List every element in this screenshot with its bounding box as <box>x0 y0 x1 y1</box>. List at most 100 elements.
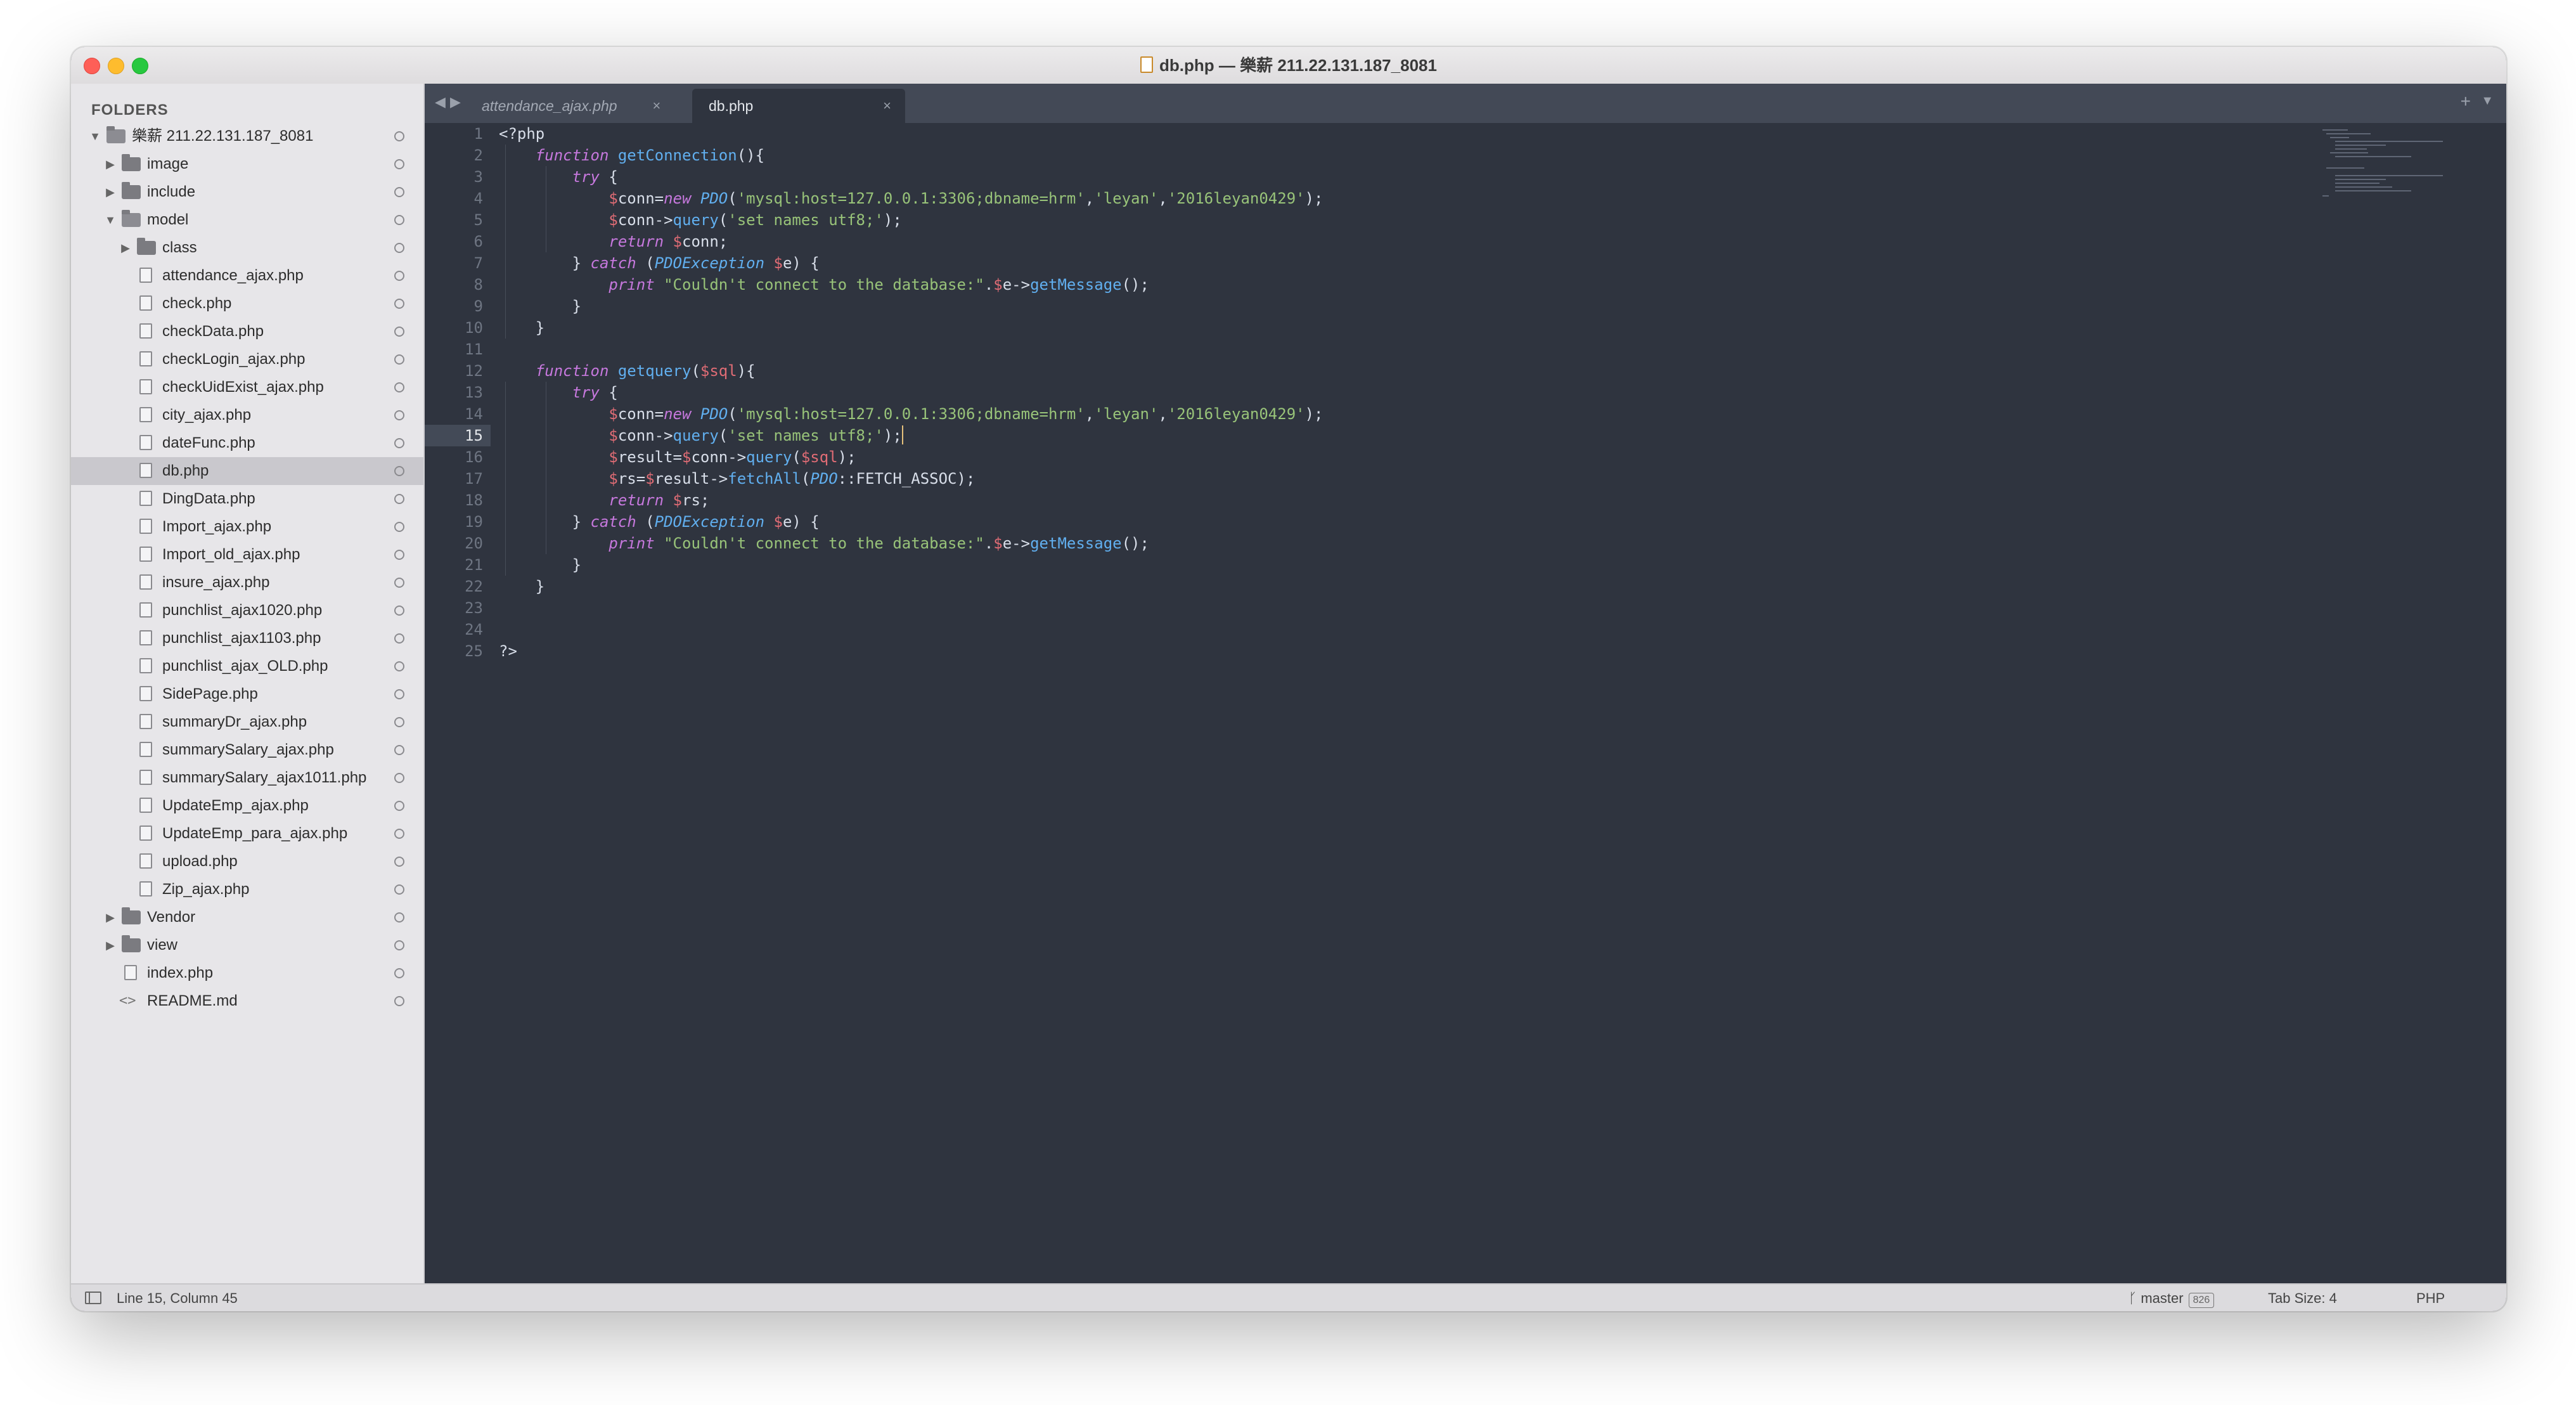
code-line[interactable]: } <box>499 554 581 576</box>
sidebar-item-punchlist-ajax1020-php[interactable]: punchlist_ajax1020.php <box>71 597 423 625</box>
sidebar-item-dingdata-php[interactable]: DingData.php <box>71 485 423 513</box>
prev-tab-icon[interactable]: ◀ <box>435 94 446 110</box>
toggle-sidebar-icon[interactable] <box>85 1292 101 1304</box>
branch-count-badge: 826 <box>2188 1293 2215 1308</box>
sidebar-item-updateemp-ajax-php[interactable]: UpdateEmp_ajax.php <box>71 792 423 820</box>
code-line[interactable]: function getConnection(){ <box>499 145 764 166</box>
sidebar-item-punchlist-ajax1103-php[interactable]: punchlist_ajax1103.php <box>71 625 423 652</box>
line-number-gutter: 1 2 3 4 5 6 7 8 9 10 11 12 13 14 15 16 17 18 19 20 21 22 23 24 2… <box>425 123 491 1283</box>
line-number: 9 <box>473 297 483 315</box>
code-line[interactable]: try { <box>499 382 618 403</box>
line-number: 20 <box>465 534 483 552</box>
code-line[interactable]: try { <box>499 166 618 188</box>
file-icon <box>139 323 152 339</box>
code-line[interactable]: } catch (PDOException $e) { <box>499 511 820 533</box>
code-line[interactable]: } <box>499 317 544 339</box>
tab-menu-icon[interactable]: ▼ <box>2481 94 2494 108</box>
sidebar-item-insure-ajax-php[interactable]: insure_ajax.php <box>71 569 423 597</box>
sidebar-item-label: include <box>147 183 196 200</box>
tab-db-php[interactable]: db.php × <box>692 89 905 123</box>
code-line[interactable]: $conn->query('set names utf8;'); <box>499 209 901 231</box>
tab-attendance-ajax[interactable]: attendance_ajax.php × <box>465 89 674 123</box>
git-branch-status[interactable]: ᚴ master 826 <box>2128 1285 2215 1311</box>
git-status-circle-icon <box>394 271 404 281</box>
sidebar-item-label: DingData.php <box>162 490 255 507</box>
sidebar-item-city-ajax-php[interactable]: city_ajax.php <box>71 401 423 429</box>
git-status-circle-icon <box>394 661 404 671</box>
code-line[interactable]: $conn->query('set names utf8;'); <box>499 425 903 446</box>
disclosure-closed-icon[interactable]: ▶ <box>104 903 117 931</box>
syntax-status[interactable]: PHP <box>2416 1285 2445 1311</box>
close-icon[interactable]: × <box>652 89 660 123</box>
sidebar-item-label: view <box>147 936 178 954</box>
code-line[interactable]: $conn=new PDO('mysql:host=127.0.0.1:3306… <box>499 188 1323 209</box>
code-line[interactable]: } <box>499 295 581 317</box>
next-tab-icon[interactable]: ▶ <box>450 94 461 110</box>
minimap[interactable] <box>2322 129 2443 199</box>
php-file-icon <box>1140 56 1154 73</box>
sidebar-item-import-ajax-php[interactable]: Import_ajax.php <box>71 513 423 541</box>
sidebar-item-updateemp-para-ajax-php[interactable]: UpdateEmp_para_ajax.php <box>71 820 423 848</box>
sidebar-item-checklogin-ajax-php[interactable]: checkLogin_ajax.php <box>71 346 423 373</box>
folder-icon <box>122 935 141 952</box>
sidebar-item-datefunc-php[interactable]: dateFunc.php <box>71 429 423 457</box>
sidebar-item-readme-md[interactable]: <> README.md <box>71 987 423 1015</box>
sidebar-item-image[interactable]: ▶ image <box>71 150 423 178</box>
code-line[interactable]: function getquery($sql){ <box>499 360 756 382</box>
code-line[interactable]: print "Couldn't connect to the database:… <box>499 533 1149 554</box>
text-cursor <box>901 425 903 444</box>
code-line[interactable]: return $conn; <box>499 231 728 252</box>
sidebar-item-import-old-ajax-php[interactable]: Import_old_ajax.php <box>71 541 423 569</box>
sidebar-item-label: model <box>147 211 189 228</box>
file-icon <box>139 798 152 813</box>
close-icon[interactable]: × <box>883 89 891 123</box>
file-icon <box>124 965 137 980</box>
sidebar-item-upload-php[interactable]: upload.php <box>71 848 423 876</box>
git-status-circle-icon <box>394 578 404 588</box>
code-line[interactable]: $result=$conn->query($sql); <box>499 446 856 468</box>
disclosure-closed-icon[interactable]: ▶ <box>104 150 117 178</box>
line-number: 23 <box>465 599 483 617</box>
sidebar-item-zip-ajax-php[interactable]: Zip_ajax.php <box>71 876 423 903</box>
code-line[interactable]: } <box>499 576 544 597</box>
disclosure-open-icon[interactable]: ▼ <box>104 206 117 234</box>
sidebar-item-index-php[interactable]: index.php <box>71 959 423 987</box>
tab-size-status[interactable]: Tab Size: 4 <box>2268 1285 2337 1311</box>
code-line[interactable]: <?php <box>499 123 544 145</box>
sidebar-item-view[interactable]: ▶ view <box>71 931 423 959</box>
new-tab-icon[interactable]: + <box>2461 91 2471 112</box>
sidebar-item-db-php[interactable]: db.php <box>71 457 423 485</box>
sidebar-item-include[interactable]: ▶ include <box>71 178 423 206</box>
code-line[interactable]: $rs=$result->fetchAll(PDO::FETCH_ASSOC); <box>499 468 975 489</box>
code-line[interactable]: } catch (PDOException $e) { <box>499 252 820 274</box>
sidebar-item-checkuidexist-ajax-php[interactable]: checkUidExist_ajax.php <box>71 373 423 401</box>
line-number: 16 <box>465 448 483 466</box>
disclosure-closed-icon[interactable]: ▶ <box>119 234 132 262</box>
sidebar-item-check-php[interactable]: check.php <box>71 290 423 318</box>
code-line[interactable]: $conn=new PDO('mysql:host=127.0.0.1:3306… <box>499 403 1323 425</box>
sidebar-item-vendor[interactable]: ▶ Vendor <box>71 903 423 931</box>
file-icon <box>139 268 152 283</box>
sidebar-item-summarysalary-ajax1011-php[interactable]: summarySalary_ajax1011.php <box>71 764 423 792</box>
sidebar-item-label: check.php <box>162 295 232 312</box>
line-number: 25 <box>465 642 483 660</box>
code-line[interactable]: ?> <box>499 640 517 662</box>
sidebar-item-model[interactable]: ▼ model <box>71 206 423 234</box>
sidebar-item-checkdata-php[interactable]: checkData.php <box>71 318 423 346</box>
sidebar-item-class[interactable]: ▶ class <box>71 234 423 262</box>
code-line[interactable]: return $rs; <box>499 489 709 511</box>
code-editor[interactable]: 1 2 3 4 5 6 7 8 9 10 11 12 13 14 15 16 17 18 19 20 21 22 23 24 2… <box>425 123 2506 1283</box>
sidebar-item-attendance-ajax-php[interactable]: attendance_ajax.php <box>71 262 423 290</box>
sidebar-item-211-22-131-187-8081[interactable]: ▼ 樂薪 211.22.131.187_8081 <box>71 122 423 150</box>
line-number: 19 <box>465 513 483 531</box>
sidebar-item-punchlist-ajax-old-php[interactable]: punchlist_ajax_OLD.php <box>71 652 423 680</box>
sidebar-item-summarydr-ajax-php[interactable]: summaryDr_ajax.php <box>71 708 423 736</box>
disclosure-open-icon[interactable]: ▼ <box>89 122 101 150</box>
code-line[interactable]: print "Couldn't connect to the database:… <box>499 274 1149 295</box>
sidebar-item-summarysalary-ajax-php[interactable]: summarySalary_ajax.php <box>71 736 423 764</box>
line-number: 7 <box>473 254 483 272</box>
disclosure-closed-icon[interactable]: ▶ <box>104 931 117 959</box>
disclosure-closed-icon[interactable]: ▶ <box>104 178 117 206</box>
sidebar-item-label: insure_ajax.php <box>162 574 270 591</box>
sidebar-item-sidepage-php[interactable]: SidePage.php <box>71 680 423 708</box>
